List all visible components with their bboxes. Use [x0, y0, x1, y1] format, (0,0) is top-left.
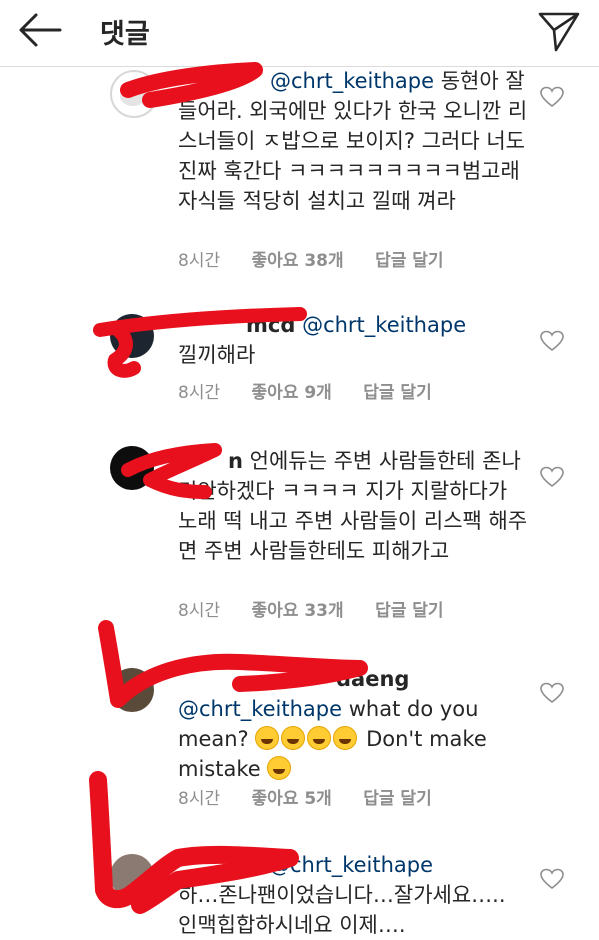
laughing-emoji-icon — [307, 726, 332, 750]
comment-time: 8시간 — [178, 251, 221, 271]
comment-body: 하…존나팬이었습니다…잘가세요….. 인맥힙합하시네요 이제…. — [178, 883, 506, 937]
mention-link[interactable]: @chrt_keithape — [270, 69, 434, 93]
comment-meta: 8시간 좋아요 9개 답글 달기 — [178, 378, 458, 403]
heart-icon[interactable] — [540, 330, 564, 352]
reply-button[interactable]: 답글 달기 — [375, 601, 443, 621]
comment-username[interactable]: mcd — [246, 313, 295, 337]
likes-count[interactable]: 좋아요 5개 — [252, 789, 332, 809]
heart-icon[interactable] — [540, 868, 564, 890]
heart-icon[interactable] — [540, 682, 564, 704]
laughing-emoji-icon — [281, 726, 306, 750]
comment-text: mcd @chrt_keithape 낄끼해라 — [178, 310, 528, 370]
page-title: 댓글 — [100, 19, 150, 50]
comment-username[interactable]: daeng — [336, 667, 409, 691]
comment-meta: 8시간 좋아요 5개 답글 달기 — [178, 784, 458, 809]
mention-link[interactable]: @chrt_keithape — [269, 853, 433, 877]
laughing-emoji-icon — [255, 726, 280, 750]
comment-text: daeng @chrt_keithape what do you mean? Do… — [178, 664, 528, 784]
likes-count[interactable]: 좋아요 38개 — [252, 251, 344, 271]
laughing-emoji-icon — [333, 726, 358, 750]
mention-link[interactable]: @chrt_keithape — [302, 313, 466, 337]
likes-count[interactable]: 좋아요 9개 — [252, 383, 332, 403]
comment-time: 8시간 — [178, 601, 221, 621]
comment-body: 낄끼해라 — [178, 343, 256, 367]
comment-time: 8시간 — [178, 789, 221, 809]
reply-button[interactable]: 답글 달기 — [363, 789, 431, 809]
comment-text: bit @chrt_keithape 하…존나팬이었습니다…잘가세요….. 인맥… — [178, 850, 528, 940]
reply-button[interactable]: 답글 달기 — [375, 251, 443, 271]
comment-username[interactable]: n — [228, 449, 243, 473]
avatar[interactable] — [110, 314, 154, 358]
avatar[interactable] — [110, 70, 158, 118]
comment-meta: 8시간 좋아요 38개 답글 달기 — [178, 246, 470, 271]
comment-text: n 언에듀는 주변 사람들한테 존나 미안하겠다 ㅋㅋㅋㅋ 지가 지랄하다가 노… — [178, 446, 528, 566]
comments-list[interactable]: @chrt_keithape 동현아 잘들어라. 외국에만 있다가 한국 오니깐… — [0, 66, 599, 937]
reply-button[interactable]: 답글 달기 — [363, 383, 431, 403]
send-icon[interactable] — [536, 8, 582, 54]
avatar[interactable] — [110, 854, 154, 898]
comment-meta: 8시간 좋아요 33개 답글 달기 — [178, 596, 470, 621]
mention-link[interactable]: @chrt_keithape — [178, 697, 342, 721]
heart-icon[interactable] — [540, 86, 564, 108]
header-bar: 댓글 — [0, 0, 599, 67]
comment-username[interactable]: bit — [230, 853, 262, 877]
heart-icon[interactable] — [540, 466, 564, 488]
avatar[interactable] — [110, 668, 154, 712]
comment-time: 8시간 — [178, 383, 221, 403]
avatar[interactable] — [110, 446, 154, 490]
rofl-emoji-icon — [267, 756, 292, 780]
back-arrow-icon[interactable] — [16, 10, 66, 50]
comment-text: @chrt_keithape 동현아 잘들어라. 외국에만 있다가 한국 오니깐… — [178, 66, 528, 216]
likes-count[interactable]: 좋아요 33개 — [252, 601, 344, 621]
